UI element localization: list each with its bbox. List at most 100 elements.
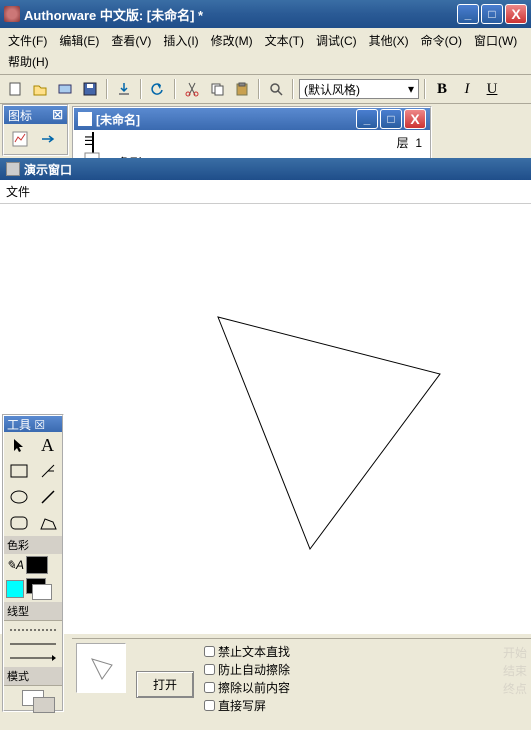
doc-close-button[interactable]: X <box>404 109 426 129</box>
faded-l3: 终点 <box>503 680 527 698</box>
workspace: 图标 ☒ [未命名] _ □ X ☰ 三角形 层 1 <box>0 104 531 730</box>
menu-command[interactable]: 命令(O) <box>419 31 464 50</box>
properties-panel: 打开 禁止文本直找 防止自动擦除 擦除以前内容 直接写屏 <box>72 638 531 702</box>
document-title: [未命名] <box>96 111 356 128</box>
ellipse-tool-icon[interactable] <box>4 484 33 510</box>
menu-modify[interactable]: 修改(M) <box>209 31 255 50</box>
flow-start-icon: ☰ <box>84 134 95 148</box>
close-button[interactable]: X <box>505 4 527 24</box>
mode-section-label: 模式 <box>4 667 62 685</box>
presentation-title: 演示窗口 <box>24 161 72 178</box>
icon-palette-title: 图标 <box>8 107 32 124</box>
minimize-button[interactable]: _ <box>457 4 479 24</box>
pointer-tool-icon[interactable] <box>4 432 33 458</box>
fill-color-row <box>4 576 62 602</box>
window-buttons: _ □ X <box>457 4 527 24</box>
pen-icon: ✎A <box>6 558 24 572</box>
document-titlebar[interactable]: [未命名] _ □ X <box>74 108 430 130</box>
app-title: Authorware 中文版: [未命名] * <box>24 5 457 24</box>
open-icon[interactable] <box>29 78 51 100</box>
pen-color-swatch[interactable] <box>26 556 48 574</box>
chk-direct-screen[interactable]: 直接写屏 <box>204 697 290 714</box>
chevron-down-icon: ▾ <box>408 82 414 96</box>
find-icon[interactable] <box>265 78 287 100</box>
menu-other[interactable]: 其他(X) <box>367 31 411 50</box>
bold-button[interactable]: B <box>431 78 453 100</box>
new-icon[interactable] <box>4 78 26 100</box>
line-tool-icon[interactable] <box>33 458 62 484</box>
toolbar-separator <box>140 79 142 99</box>
rect-tool-icon[interactable] <box>4 458 33 484</box>
toolbar: (默认风格) ▾ B I U <box>0 75 531 104</box>
motion-icon[interactable] <box>34 126 62 152</box>
menu-view[interactable]: 查看(V) <box>109 31 153 50</box>
app-icon <box>4 6 20 22</box>
roundrect-tool-icon[interactable] <box>4 510 33 536</box>
toolbar-separator <box>424 79 426 99</box>
faded-l1: 开始 <box>503 644 527 662</box>
faded-labels: 开始 结束 终点 <box>503 644 527 698</box>
menu-debug[interactable]: 调试(C) <box>314 31 359 50</box>
import-icon[interactable] <box>113 78 135 100</box>
menu-bar: 文件(F) 编辑(E) 查看(V) 插入(I) 修改(M) 文本(T) 调试(C… <box>0 28 531 75</box>
copy-icon[interactable] <box>206 78 228 100</box>
line-section-label: 线型 <box>4 602 62 620</box>
presentation-menu-file[interactable]: 文件 <box>6 185 30 199</box>
paste-icon[interactable] <box>231 78 253 100</box>
presentation-titlebar[interactable]: 演示窗口 <box>0 158 531 180</box>
layer-value: 1 <box>415 136 422 150</box>
presentation-icon <box>6 162 20 176</box>
icon-palette-close-icon[interactable]: ☒ <box>52 108 63 122</box>
document-icon <box>78 112 92 126</box>
icon-palette: 图标 ☒ <box>2 104 69 156</box>
chk-disable-find[interactable]: 禁止文本直找 <box>204 643 290 660</box>
faded-l2: 结束 <box>503 662 527 680</box>
pen-color-row: ✎A <box>4 554 62 576</box>
doc-minimize-button[interactable]: _ <box>356 109 378 129</box>
toolbar-separator <box>174 79 176 99</box>
presentation-menu: 文件 <box>0 180 531 204</box>
style-selected: (默认风格) <box>304 81 360 98</box>
fill-fg-swatch[interactable] <box>6 580 24 598</box>
underline-button[interactable]: U <box>481 78 503 100</box>
toolbar-separator <box>106 79 108 99</box>
fill-bg-swatch2[interactable] <box>32 584 52 600</box>
menu-window[interactable]: 窗口(W) <box>472 31 519 50</box>
open-button[interactable]: 打开 <box>136 671 194 698</box>
menu-file[interactable]: 文件(F) <box>6 31 49 50</box>
preview-box <box>76 643 126 693</box>
toolbar-separator <box>292 79 294 99</box>
diagonal-tool-icon[interactable] <box>33 484 62 510</box>
doc-maximize-button[interactable]: □ <box>380 109 402 129</box>
toolbox-title: 工具 ☒ <box>7 416 45 433</box>
app-titlebar: Authorware 中文版: [未命名] * _ □ X <box>0 0 531 28</box>
display-icon[interactable] <box>6 126 34 152</box>
layer-indicator: 层 1 <box>397 134 422 151</box>
canvas[interactable] <box>0 204 531 634</box>
menu-help[interactable]: 帮助(H) <box>6 52 51 71</box>
triangle-drawing <box>0 204 531 634</box>
toolbar-separator <box>258 79 260 99</box>
style-dropdown[interactable]: (默认风格) ▾ <box>299 79 419 99</box>
maximize-button[interactable]: □ <box>481 4 503 24</box>
save-icon[interactable] <box>79 78 101 100</box>
cut-icon[interactable] <box>181 78 203 100</box>
text-tool-icon[interactable]: A <box>33 432 62 458</box>
menu-text[interactable]: 文本(T) <box>263 31 306 50</box>
polygon-tool-icon[interactable] <box>33 510 62 536</box>
menu-insert[interactable]: 插入(I) <box>161 31 200 50</box>
chk-erase-previous[interactable]: 擦除以前内容 <box>204 679 290 696</box>
line-style-solid[interactable] <box>6 637 60 651</box>
undo-icon[interactable] <box>147 78 169 100</box>
icon-palette-header[interactable]: 图标 ☒ <box>4 106 67 124</box>
menu-edit[interactable]: 编辑(E) <box>57 31 101 50</box>
line-style-dotted[interactable] <box>6 623 60 637</box>
chk-prevent-erase[interactable]: 防止自动擦除 <box>204 661 290 678</box>
settings-icon[interactable] <box>54 78 76 100</box>
layer-label: 层 <box>397 136 409 150</box>
color-section-label: 色彩 <box>4 536 62 554</box>
presentation-window: 演示窗口 文件 <box>0 158 531 634</box>
italic-button[interactable]: I <box>456 78 478 100</box>
toolbox-header[interactable]: 工具 ☒ <box>4 416 62 432</box>
line-style-arrow[interactable] <box>6 651 60 665</box>
